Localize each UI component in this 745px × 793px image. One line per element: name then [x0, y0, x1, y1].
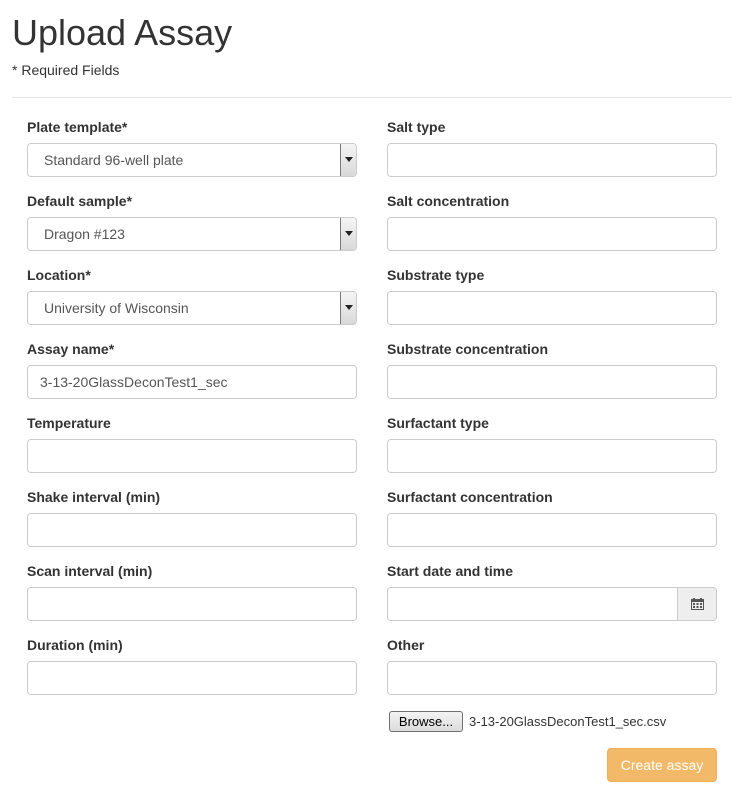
- salt-concentration-field: Salt concentration: [387, 192, 717, 266]
- shake-interval-label: Shake interval (min): [27, 489, 161, 505]
- location-label: Location*: [27, 267, 91, 283]
- scan-interval-label: Scan interval (min): [27, 563, 153, 579]
- substrate-concentration-label: Substrate concentration: [387, 341, 549, 357]
- salt-type-label: Salt type: [387, 119, 446, 135]
- scan-interval-field: Scan interval (min): [27, 562, 357, 636]
- default-sample-label: Default sample*: [27, 193, 133, 209]
- start-date-field: Start date and time: [387, 562, 717, 636]
- surfactant-concentration-field: Surfactant concentration: [387, 488, 717, 562]
- shake-interval-input[interactable]: [27, 513, 357, 547]
- surfactant-concentration-label: Surfactant concentration: [387, 489, 553, 505]
- surfactant-type-input[interactable]: [387, 439, 717, 473]
- scan-interval-input[interactable]: [27, 587, 357, 621]
- duration-input[interactable]: [27, 661, 357, 695]
- selected-file-name: 3-13-20GlassDeconTest1_sec.csv: [469, 714, 667, 729]
- location-select[interactable]: University of Wisconsin: [27, 291, 357, 325]
- location-field: Location* University of Wisconsin: [27, 266, 357, 340]
- substrate-concentration-input[interactable]: [387, 365, 717, 399]
- location-value: University of Wisconsin: [44, 300, 189, 316]
- surfactant-type-label: Surfactant type: [387, 415, 489, 431]
- other-input[interactable]: [387, 661, 717, 695]
- substrate-concentration-field: Substrate concentration: [387, 340, 717, 414]
- default-sample-value: Dragon #123: [44, 226, 125, 242]
- plate-template-label: Plate template*: [27, 119, 128, 135]
- required-fields-note: * Required Fields: [12, 62, 120, 78]
- create-assay-button[interactable]: Create assay: [607, 748, 717, 782]
- surfactant-type-field: Surfactant type: [387, 414, 717, 488]
- start-date-input[interactable]: [387, 587, 678, 621]
- assay-name-input[interactable]: [27, 365, 357, 399]
- salt-type-field: Salt type: [387, 118, 717, 192]
- temperature-label: Temperature: [27, 415, 111, 431]
- calendar-icon: [691, 598, 704, 610]
- default-sample-field: Default sample* Dragon #123: [27, 192, 357, 266]
- duration-field: Duration (min): [27, 636, 357, 710]
- page-title: Upload Assay: [12, 12, 233, 53]
- plate-template-field: Plate template* Standard 96-well plate: [27, 118, 357, 192]
- chevron-down-icon[interactable]: [340, 292, 356, 324]
- temperature-input[interactable]: [27, 439, 357, 473]
- substrate-type-field: Substrate type: [387, 266, 717, 340]
- start-date-label: Start date and time: [387, 563, 514, 579]
- browse-button[interactable]: Browse...: [389, 711, 463, 732]
- divider: [12, 97, 732, 98]
- salt-concentration-input[interactable]: [387, 217, 717, 251]
- temperature-field: Temperature: [27, 414, 357, 488]
- shake-interval-field: Shake interval (min): [27, 488, 357, 562]
- plate-template-select[interactable]: Standard 96-well plate: [27, 143, 357, 177]
- date-picker-button[interactable]: [677, 587, 717, 621]
- default-sample-select[interactable]: Dragon #123: [27, 217, 357, 251]
- salt-type-input[interactable]: [387, 143, 717, 177]
- assay-name-field: Assay name*: [27, 340, 357, 414]
- plate-template-value: Standard 96-well plate: [44, 152, 184, 168]
- substrate-type-label: Substrate type: [387, 267, 485, 283]
- left-column: Plate template* Standard 96-well plate D…: [27, 118, 357, 710]
- assay-name-label: Assay name*: [27, 341, 115, 357]
- other-field: Other: [387, 636, 717, 710]
- substrate-type-input[interactable]: [387, 291, 717, 325]
- duration-label: Duration (min): [27, 637, 123, 653]
- surfactant-concentration-input[interactable]: [387, 513, 717, 547]
- other-label: Other: [387, 637, 425, 653]
- right-column: Salt type Salt concentration Substrate t…: [387, 118, 717, 710]
- chevron-down-icon[interactable]: [340, 144, 356, 176]
- chevron-down-icon[interactable]: [340, 218, 356, 250]
- salt-concentration-label: Salt concentration: [387, 193, 510, 209]
